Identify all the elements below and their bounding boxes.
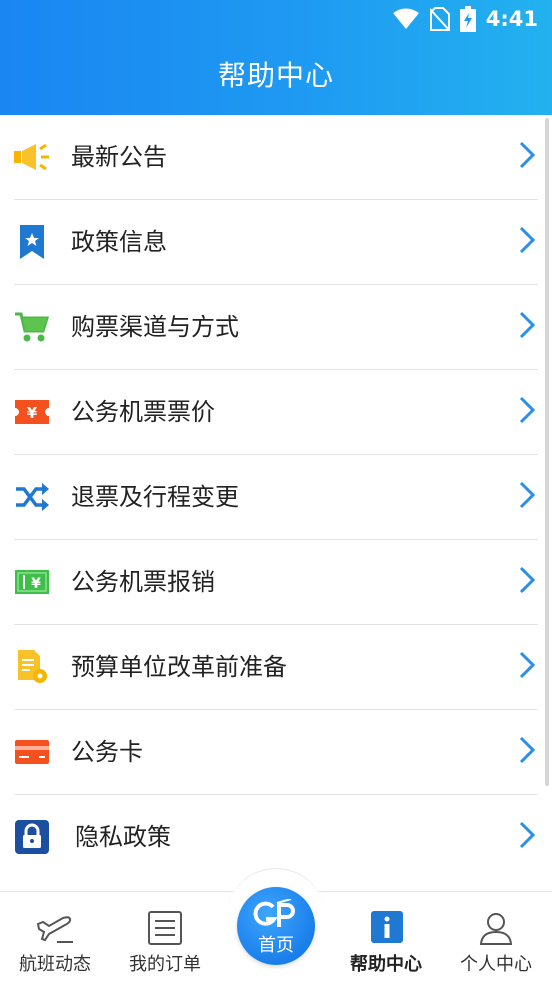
lock-icon	[14, 819, 50, 855]
chevron-right-icon	[519, 481, 536, 509]
app-header: 4:41 帮助中心	[0, 0, 552, 115]
bookmark-star-icon	[14, 224, 50, 260]
order-list-icon	[148, 911, 182, 945]
list-item-label: 公务卡	[71, 738, 143, 766]
home-label: 首页	[258, 935, 294, 956]
tab-label: 我的订单	[129, 954, 201, 975]
flight-icon	[36, 916, 73, 943]
chevron-right-icon	[519, 566, 536, 594]
chevron-right-icon	[519, 736, 536, 764]
list-item-purchase-channels[interactable]: 购票渠道与方式	[0, 285, 552, 370]
list-item-policy-info[interactable]: 政策信息	[0, 200, 552, 285]
chevron-right-icon	[519, 311, 536, 339]
no-sim-icon	[429, 7, 450, 31]
chevron-right-icon	[519, 141, 536, 169]
battery-charging-icon	[459, 6, 476, 32]
svg-text:¥: ¥	[27, 404, 38, 422]
yuan-banknote-icon: ¥	[14, 564, 50, 600]
tab-label: 个人中心	[460, 954, 532, 975]
tab-my-orders[interactable]: 我的订单	[110, 892, 220, 981]
chevron-right-icon	[519, 651, 536, 679]
info-icon	[371, 911, 403, 943]
credit-card-icon	[14, 734, 50, 770]
chevron-right-icon	[519, 396, 536, 424]
document-gear-icon	[14, 649, 50, 685]
chevron-right-icon	[519, 226, 536, 254]
tab-label: 航班动态	[19, 954, 91, 975]
list-item-official-card[interactable]: 公务卡	[0, 710, 552, 795]
wifi-icon	[392, 8, 419, 29]
tab-personal-center[interactable]: 个人中心	[441, 892, 551, 981]
list-item-label: 隐私政策	[75, 823, 171, 851]
list-item-announcements[interactable]: 最新公告	[0, 115, 552, 200]
help-list: 最新公告 政策信息 购票渠道与方式 ¥ 公务机票票价 退票及行程变更 ¥ 公务机…	[0, 115, 552, 880]
list-item-label: 政策信息	[71, 228, 167, 256]
list-item-label: 预算单位改革前准备	[71, 653, 287, 681]
page-title: 帮助中心	[217, 59, 334, 92]
list-item-label: 退票及行程变更	[71, 483, 239, 511]
status-bar: 4:41	[0, 0, 552, 38]
list-item-label: 公务机票票价	[71, 398, 215, 426]
list-item-reimbursement[interactable]: ¥ 公务机票报销	[0, 540, 552, 625]
shuffle-icon	[14, 479, 50, 515]
svg-text:¥: ¥	[31, 576, 41, 592]
chevron-right-icon	[519, 821, 536, 849]
person-icon	[479, 913, 513, 945]
list-item-refund-change[interactable]: 退票及行程变更	[0, 455, 552, 540]
tab-flight-status[interactable]: 航班动态	[0, 892, 110, 981]
scrollbar[interactable]	[545, 118, 549, 786]
status-time: 4:41	[485, 7, 538, 31]
list-item-ticket-price[interactable]: ¥ 公务机票票价	[0, 370, 552, 455]
yuan-ticket-icon: ¥	[14, 394, 50, 430]
list-item-label: 公务机票报销	[71, 568, 215, 596]
tab-label: 帮助中心	[350, 954, 422, 975]
tab-home-button[interactable]: 首页	[237, 887, 315, 965]
list-item-label: 最新公告	[71, 143, 167, 171]
tab-help-center[interactable]: 帮助中心	[331, 892, 441, 981]
list-item-label: 购票渠道与方式	[71, 313, 239, 341]
list-item-budget-prep[interactable]: 预算单位改革前准备	[0, 625, 552, 710]
megaphone-icon	[14, 139, 50, 175]
gp-logo-icon	[253, 899, 295, 927]
shopping-cart-icon	[14, 309, 50, 345]
